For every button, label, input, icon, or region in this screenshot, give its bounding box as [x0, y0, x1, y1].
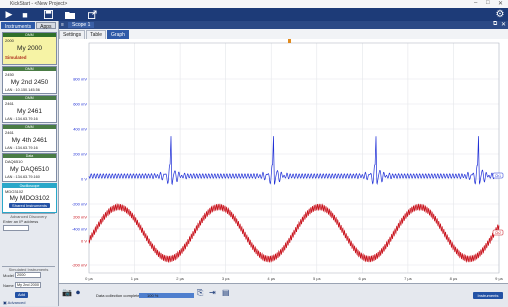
save-icon[interactable] — [42, 9, 54, 20]
card-name: My 2461 — [17, 108, 42, 115]
ip-address-label: Enter an IP address — [3, 219, 39, 224]
progress-label: 100 % — [147, 293, 159, 298]
instrument-card[interactable]: Data DAQ6510 My DAQ6510 LAN : 134.63.79.… — [2, 153, 57, 182]
instrument-card[interactable]: DMM 2461 My 4th 2461 LAN : 134.63.79.16 — [2, 124, 57, 152]
card-model: DAQ6510 — [5, 159, 23, 164]
y-tick-label: 200 mV — [73, 215, 87, 220]
x-tick-label: 1 µs — [131, 276, 139, 281]
card-lan: LAN : 10.150.145.56 — [5, 88, 40, 92]
card-model: 2461 — [5, 130, 14, 135]
scope-tab[interactable]: Scope 1 — [68, 22, 95, 28]
add-button[interactable]: Add — [15, 292, 28, 298]
card-type-header: Data — [3, 154, 56, 158]
x-tick-label: 6 µs — [359, 276, 367, 281]
y-tick-label: -200 mV — [72, 263, 87, 268]
export-icon[interactable] — [86, 9, 98, 20]
tab-instruments[interactable]: Instruments — [1, 22, 36, 30]
card-model: 2461 — [5, 101, 14, 106]
y-tick-label: 800 mV — [73, 77, 87, 82]
y-tick-label: 0 V — [81, 239, 87, 244]
name-input[interactable]: My 2nd 2000 — [15, 282, 41, 288]
card-lan: LAN : 134.63.79.16 — [5, 117, 38, 121]
instrument-card[interactable]: DMM 2450 My 2nd 2450 LAN : 10.150.145.56 — [2, 66, 57, 94]
name-label: Name — [3, 283, 14, 288]
card-type-header: DMM — [3, 125, 56, 129]
instrument-sidebar: Instruments Apps DMM 2000 My 2000 Simula… — [0, 21, 59, 306]
export-data-icon[interactable]: ⎘ — [197, 288, 203, 298]
x-tick-label: 7 µs — [404, 276, 412, 281]
instrument-card[interactable]: DMM 2461 My 2461 LAN : 134.63.79.16 — [2, 95, 57, 123]
card-model: 2450 — [5, 72, 14, 77]
trigger-marker — [288, 39, 291, 43]
y-tick-label: 400 mV — [73, 127, 87, 132]
main-toolbar: ▶ ■ ⚙ — [0, 8, 508, 21]
ip-address-input[interactable] — [3, 225, 29, 231]
x-tick-label: 9 µs — [495, 276, 503, 281]
tab-apps[interactable]: Apps — [36, 22, 56, 30]
advanced-label: Advanced — [7, 300, 26, 305]
instruments-button[interactable]: Instruments — [473, 292, 503, 299]
shared-instruments-button[interactable]: Shared Instruments — [9, 203, 50, 208]
exit-icon[interactable]: ⇥ — [209, 288, 216, 297]
model-select[interactable]: 2000 — [15, 272, 41, 278]
popout-icon[interactable]: ⧉ — [493, 21, 497, 28]
card-type-header: DMM — [3, 67, 56, 71]
model-label: Model — [3, 273, 14, 278]
x-tick-label: 4 µs — [267, 276, 275, 281]
card-model: 2000 — [5, 38, 14, 43]
x-tick-label: 2 µs — [176, 276, 184, 281]
y-tick-label: 0 V — [81, 177, 87, 182]
x-tick-label: 0 µs — [85, 276, 93, 281]
y-tick-label: 600 mV — [73, 102, 87, 107]
scope-tab-bar: ≡ Scope 1 ⧉ ✕ — [59, 21, 508, 29]
card-name: My 2nd 2450 — [10, 79, 49, 86]
waveform-graph[interactable]: 0 µs 1 µs 2 µs 3 µs 4 µs 5 µs 6 µs 7 µs 8 µs 9 µs… — [59, 39, 508, 283]
record-icon[interactable]: ⏺ — [76, 288, 80, 298]
stop-icon[interactable]: ■ — [19, 9, 31, 20]
window-titlebar: KickStart - <New Project> – □ ✕ — [0, 0, 508, 8]
instrument-card[interactable]: DMM 2000 My 2000 Simulated — [2, 32, 57, 65]
window-title: KickStart - <New Project> — [10, 1, 68, 7]
folder-icon[interactable]: ▤ — [222, 288, 230, 297]
card-name: My 4th 2461 — [11, 137, 48, 144]
menu-icon[interactable]: ≡ — [61, 22, 64, 28]
x-tick-label: 3 µs — [222, 276, 230, 281]
advanced-toggle[interactable]: ▣ Advanced — [3, 300, 25, 305]
card-name: My MDO3102 — [9, 195, 50, 202]
card-model: MDO3102 — [5, 189, 24, 194]
card-type-header: Oscilloscope — [3, 184, 56, 188]
close-scope-icon[interactable]: ✕ — [501, 21, 506, 28]
ch1-tag: Ch1 — [495, 174, 501, 178]
close-icon[interactable]: ✕ — [498, 0, 503, 7]
y-tick-label: 200 mV — [73, 152, 87, 157]
camera-icon[interactable]: 📷 — [62, 288, 72, 297]
scope-panel: ≡ Scope 1 ⧉ ✕ Settings Table Graph 0 µs 1… — [59, 21, 508, 306]
y-tick-label: -200 mV — [72, 202, 87, 207]
card-type-header: DMM — [3, 33, 56, 37]
minimize-icon[interactable]: – — [474, 0, 477, 6]
open-folder-icon[interactable] — [64, 9, 76, 20]
card-name: My DAQ6510 — [9, 166, 50, 173]
card-name: My 2000 — [17, 45, 42, 52]
settings-icon[interactable]: ⚙ — [494, 9, 506, 20]
x-tick-label: 5 µs — [313, 276, 321, 281]
sidebar-tabs: Instruments Apps — [1, 22, 57, 30]
x-tick-label: 8 µs — [450, 276, 458, 281]
card-lan: LAN : 134.63.79.16 — [5, 146, 38, 150]
instrument-card[interactable]: Oscilloscope MDO3102 My MDO3102 Shared I… — [2, 183, 57, 213]
status-text: Data collection complete — [96, 293, 140, 298]
card-status: Simulated — [5, 55, 27, 60]
card-type-header: DMM — [3, 96, 56, 100]
maximize-icon[interactable]: □ — [486, 0, 490, 6]
play-icon[interactable]: ▶ — [3, 9, 15, 20]
status-bar: 📷 ⏺ Data collection complete 100 % ⎘ ⇥ ▤… — [59, 283, 508, 307]
card-lan: LAN : 134.63.79.160 — [5, 175, 40, 179]
ch2-tag: Ch2 — [495, 231, 501, 235]
y-tick-label: -400 mV — [72, 227, 87, 232]
